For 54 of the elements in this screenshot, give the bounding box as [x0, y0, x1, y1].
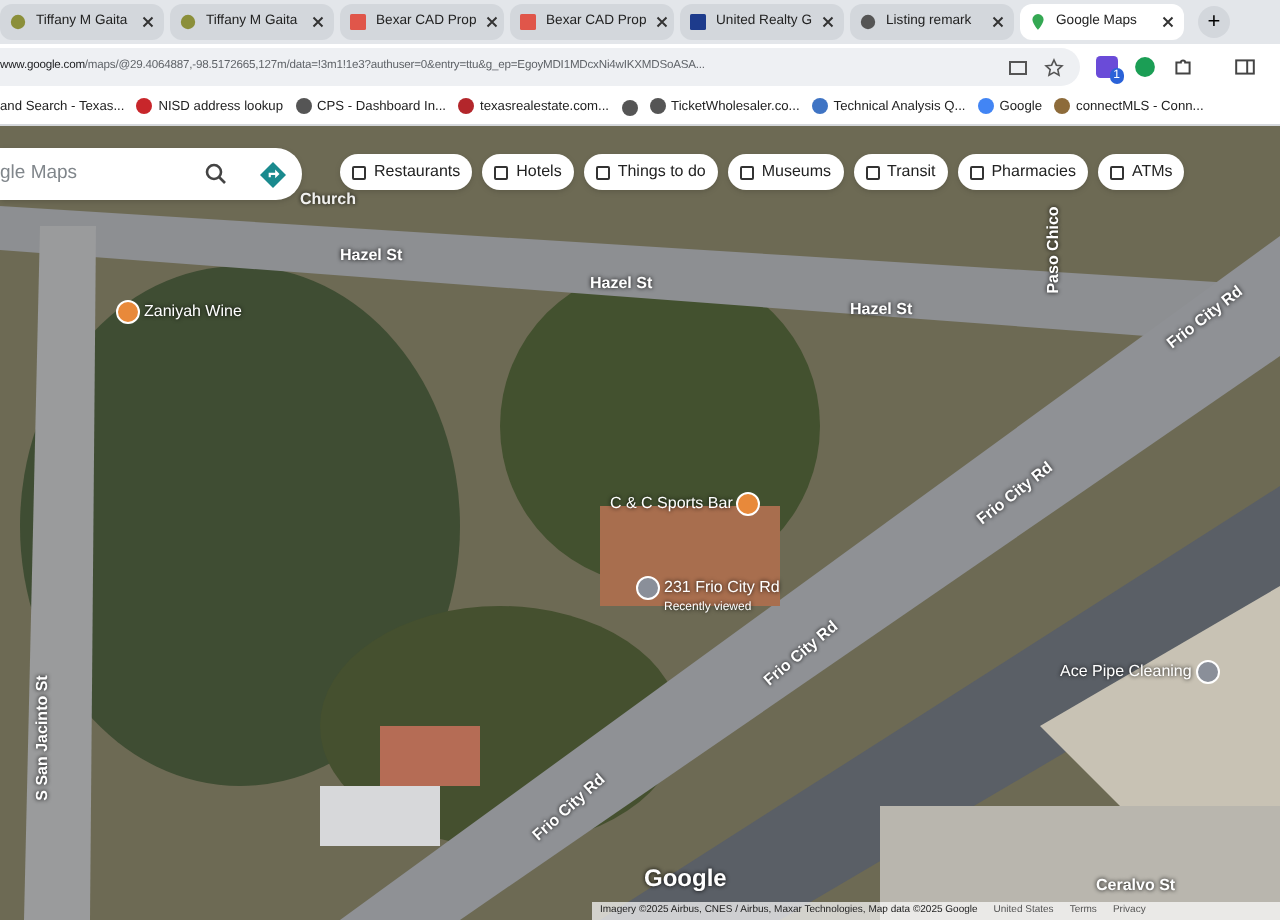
place-label: Church [300, 188, 356, 212]
google-logo: Google [644, 862, 727, 896]
star-icon[interactable] [1044, 57, 1064, 77]
street-label: Frio City Rd [527, 768, 611, 848]
install-icon[interactable] [1008, 57, 1028, 77]
chip-icon [865, 165, 880, 179]
close-icon[interactable] [656, 16, 669, 28]
street-label: Frio City Rd [758, 615, 844, 693]
street-label: Hazel St [590, 272, 653, 296]
close-icon[interactable] [822, 16, 834, 28]
place-label[interactable]: Ace Pipe Cleaning [1060, 660, 1192, 684]
extension-icon[interactable] [1096, 56, 1118, 78]
close-icon[interactable] [992, 16, 1004, 28]
directions-icon[interactable] [260, 161, 286, 187]
place-label[interactable]: Zaniyah Wine [144, 300, 242, 324]
chip-icon [1109, 165, 1124, 179]
tab-favicon [520, 14, 536, 30]
tab-favicon [690, 14, 706, 30]
chip-icon [352, 165, 366, 179]
street-label: Hazel St [850, 298, 913, 322]
side-panel-icon[interactable] [1234, 56, 1256, 78]
tab-favicon [1030, 14, 1046, 30]
category-chip[interactable]: Transit [853, 154, 948, 190]
chip-icon [739, 165, 754, 179]
search-icon[interactable] [204, 162, 228, 186]
street-label: Frio City Rd [972, 456, 1058, 532]
close-icon[interactable] [1162, 16, 1174, 28]
search-box[interactable]: gle Maps [0, 148, 302, 200]
category-chip[interactable]: Hotels [482, 154, 574, 190]
search-placeholder: gle Maps [0, 159, 80, 188]
place-label[interactable]: C & C Sports Bar [610, 492, 733, 516]
tab-favicon [350, 14, 366, 30]
chip-icon [595, 165, 610, 179]
category-chip[interactable]: ATMs [1097, 154, 1185, 190]
category-chip[interactable]: Things to do [583, 154, 718, 190]
tab-favicon [860, 14, 876, 30]
street-label: Hazel St [340, 244, 403, 268]
chip-icon [494, 165, 509, 179]
close-icon[interactable] [312, 16, 324, 28]
new-tab-button[interactable]: + [1198, 6, 1230, 38]
street-label: Paso Chico [1041, 206, 1064, 294]
category-chip[interactable]: Restaurants [340, 154, 473, 190]
tab-favicon [10, 14, 26, 30]
close-icon[interactable] [142, 16, 154, 28]
extension-icon[interactable] [1134, 56, 1156, 78]
category-chip[interactable]: Museums [727, 154, 844, 190]
street-label: S San Jacinto St [30, 675, 53, 801]
chip-icon [969, 165, 984, 179]
category-chip[interactable]: Pharmacies [957, 154, 1088, 190]
street-label: Ceralvo St [1096, 874, 1176, 898]
close-icon[interactable] [486, 16, 499, 28]
street-label: Frio City Rd [1162, 280, 1248, 356]
tab-favicon [180, 14, 196, 30]
place-label[interactable]: 231 Frio City Rd [664, 576, 780, 600]
